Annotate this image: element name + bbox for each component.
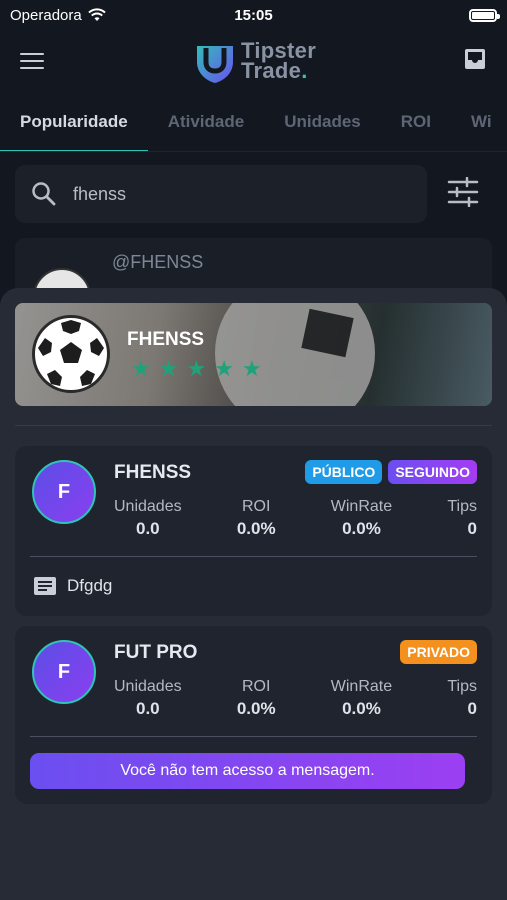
stat-label: WinRate <box>330 498 393 515</box>
group-name: FUT PRO <box>114 642 198 663</box>
star-icon: ★ <box>214 356 234 381</box>
stat-value: 0.0% <box>342 519 381 538</box>
divider <box>15 425 492 426</box>
profile-banner: FHENSS ★ ★ ★ ★ ★ <box>15 303 492 406</box>
stat-tips: Tips 0 <box>447 498 477 539</box>
star-icon: ★ <box>158 356 179 381</box>
group-avatar: F <box>32 640 96 704</box>
message-text: Dfgdg <box>67 576 113 595</box>
stat-label: ROI <box>241 678 271 695</box>
menu-line <box>20 60 44 62</box>
logo-line-2-text: Trade <box>241 58 302 83</box>
stat-unidades: Unidades 0.0 <box>114 498 182 539</box>
star-icon: ★ <box>186 356 207 381</box>
group-badges: PRIVADO <box>400 640 477 664</box>
stat-label: Unidades <box>114 678 182 695</box>
divider <box>30 736 477 737</box>
wifi-icon <box>88 8 106 21</box>
sliders-icon <box>447 176 479 207</box>
stat-value: 0.0% <box>236 699 276 718</box>
inbox-button[interactable] <box>463 47 487 76</box>
rating-stars: ★ ★ ★ ★ ★ <box>131 358 262 380</box>
star-icon: ★ <box>241 356 262 381</box>
group-stats: Unidades 0.0 ROI 0.0% WinRate 0.0% Tips … <box>114 498 477 539</box>
stat-value: 0 <box>467 699 477 718</box>
stat-roi: ROI 0.0% <box>237 678 276 719</box>
stat-value: 0.0 <box>135 699 160 718</box>
group-name: FHENSS <box>114 462 192 483</box>
public-badge: PÚBLICO <box>305 460 383 484</box>
stat-value: 0 <box>467 519 477 538</box>
tab-bar: Popularidade Atividade Unidades ROI Wi <box>0 92 507 152</box>
stat-label: WinRate <box>330 678 393 695</box>
message-icon <box>34 577 56 595</box>
app-header: Tipster Trade. <box>0 30 507 92</box>
private-badge: PRIVADO <box>400 640 477 664</box>
stat-winrate: WinRate 0.0% <box>331 678 392 719</box>
status-left: Operadora <box>10 7 106 24</box>
filter-button[interactable] <box>447 176 479 212</box>
stat-label: Unidades <box>114 498 182 515</box>
battery-icon <box>469 8 500 22</box>
logo-line-2: Trade. <box>241 58 316 83</box>
inbox-icon <box>465 48 485 69</box>
star-icon: ★ <box>131 356 151 381</box>
logo-dot: . <box>301 58 308 83</box>
search-row <box>15 165 492 223</box>
logo-text: Tipster Trade. <box>241 40 316 83</box>
search-input[interactable] <box>73 183 373 205</box>
soccer-ball-icon <box>36 319 106 389</box>
tab-atividade[interactable]: Atividade <box>148 92 265 151</box>
profile-sheet: FHENSS ★ ★ ★ ★ ★ F FHENSS PÚBLICO SEGUIN… <box>0 288 507 900</box>
profile-name: FHENSS <box>127 329 205 350</box>
tab-unidades[interactable]: Unidades <box>264 92 381 151</box>
group-avatar: F <box>32 460 96 524</box>
menu-button[interactable] <box>20 53 44 69</box>
carrier-label: Operadora <box>10 6 82 24</box>
avatar <box>32 315 110 393</box>
result-username: @FHENSS <box>112 252 204 272</box>
menu-line <box>20 67 44 69</box>
search-box[interactable] <box>15 165 427 223</box>
stat-roi: ROI 0.0% <box>237 498 276 539</box>
menu-line <box>20 53 44 55</box>
logo-shield-icon <box>195 40 235 83</box>
stat-label: Tips <box>447 678 477 695</box>
tab-roi[interactable]: ROI <box>381 92 451 151</box>
stat-unidades: Unidades 0.0 <box>114 678 182 719</box>
status-bar: Operadora 15:05 <box>0 0 507 30</box>
stat-value: 0.0% <box>236 519 276 538</box>
no-access-button[interactable]: Você não tem acesso a mensagem. <box>30 753 465 789</box>
app-logo: Tipster Trade. <box>195 38 316 84</box>
group-message: Dfgdg <box>33 575 112 597</box>
group-card-fut-pro[interactable]: F FUT PRO PRIVADO Unidades 0.0 ROI 0.0% … <box>15 626 492 804</box>
tab-popularidade[interactable]: Popularidade <box>0 92 148 151</box>
group-card-fhenss[interactable]: F FHENSS PÚBLICO SEGUINDO Unidades 0.0 R… <box>15 446 492 616</box>
stat-label: ROI <box>241 498 271 515</box>
stat-value: 0.0 <box>135 519 160 538</box>
following-badge: SEGUINDO <box>388 460 477 484</box>
group-badges: PÚBLICO SEGUINDO <box>305 460 477 484</box>
search-icon <box>32 182 56 206</box>
divider <box>30 556 477 557</box>
stat-tips: Tips 0 <box>447 678 477 719</box>
stat-value: 0.0% <box>342 699 381 718</box>
stat-winrate: WinRate 0.0% <box>331 498 392 539</box>
tab-winrate[interactable]: Wi <box>451 92 507 151</box>
group-stats: Unidades 0.0 ROI 0.0% WinRate 0.0% Tips … <box>114 678 477 719</box>
stat-label: Tips <box>447 498 477 515</box>
